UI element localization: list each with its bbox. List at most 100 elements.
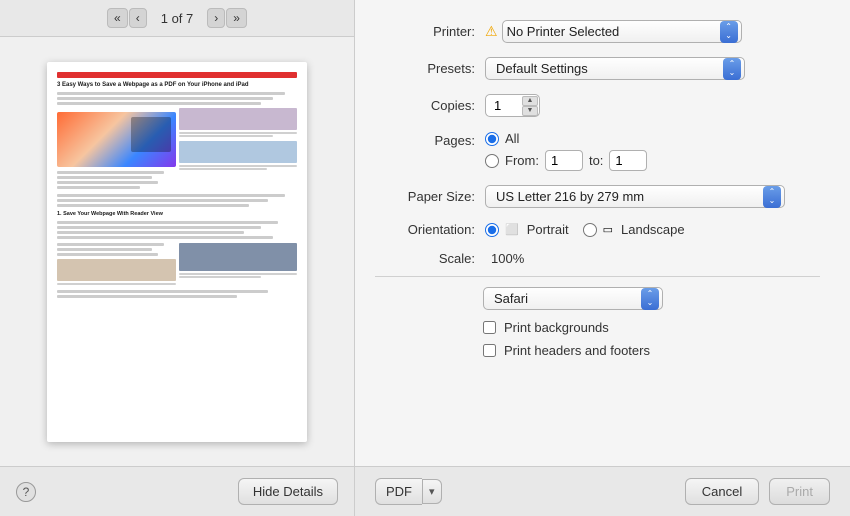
preview-text-7 (57, 186, 140, 189)
pages-from-row: From: to: (485, 150, 647, 171)
preview-tiny-text-3 (179, 165, 298, 167)
pages-all-radio[interactable] (485, 132, 499, 146)
printer-control: ⚠ No Printer Selected (485, 20, 820, 43)
orientation-label: Orientation: (375, 222, 485, 237)
print-headers-checkbox[interactable] (483, 344, 496, 357)
paper-size-row: Paper Size: US Letter 216 by 279 mm (375, 185, 820, 208)
preview-image-overlay (131, 117, 171, 152)
pages-from-radio[interactable] (485, 154, 499, 168)
scale-control: 100% (491, 251, 820, 266)
nav-group-right: › » (207, 8, 247, 28)
print-headers-row: Print headers and footers (483, 343, 820, 358)
print-backgrounds-checkbox[interactable] (483, 321, 496, 334)
next-page-icon: › (214, 11, 218, 25)
first-page-button[interactable]: « (107, 8, 128, 28)
pdf-dropdown-button[interactable]: ▾ (422, 479, 442, 504)
orientation-group: ⬜ Portrait ▭ Landscape (485, 222, 685, 237)
copies-increment-button[interactable]: ▲ (522, 96, 538, 106)
preview-text-8 (57, 194, 285, 197)
copies-decrement-button[interactable]: ▼ (522, 106, 538, 116)
preview-bottom-right (179, 243, 298, 286)
pages-to-label: to: (589, 153, 603, 168)
preview-header-bar (57, 72, 297, 78)
portrait-radio[interactable] (485, 223, 499, 237)
preview-tiny-text-1 (179, 132, 298, 134)
action-buttons: Cancel Print (685, 478, 830, 505)
last-page-button[interactable]: » (226, 8, 247, 28)
preview-text-3 (57, 102, 261, 105)
first-page-icon: « (114, 11, 121, 25)
safari-section: Safari Print backgrounds Print headers a… (375, 287, 820, 358)
printer-select[interactable]: No Printer Selected (502, 20, 742, 43)
preview-text-13 (57, 231, 244, 234)
print-options: Printer: ⚠ No Printer Selected Presets: … (355, 0, 850, 466)
preview-right-col (179, 108, 298, 191)
paper-size-select[interactable]: US Letter 216 by 279 mm (485, 185, 785, 208)
preview-text-18 (57, 290, 268, 293)
preview-text-12 (57, 226, 261, 229)
orientation-row: Orientation: ⬜ Portrait ▭ Landscape (375, 222, 820, 237)
cancel-button[interactable]: Cancel (685, 478, 759, 505)
preview-tiny-text-4 (179, 168, 268, 170)
preview-bottom-col (57, 243, 297, 286)
warning-icon: ⚠ (485, 23, 498, 40)
preview-tiny-text-7 (179, 276, 262, 278)
preview-left-col (57, 108, 176, 191)
printer-select-wrapper: ⚠ No Printer Selected (485, 20, 742, 43)
safari-select-wrap: Safari (483, 287, 663, 310)
landscape-icon: ▭ (603, 223, 613, 236)
preview-tiny-text-6 (179, 273, 298, 275)
help-button[interactable]: ? (16, 482, 36, 502)
orientation-control: ⬜ Portrait ▭ Landscape (485, 222, 820, 237)
preview-tiny-text-5 (57, 283, 176, 285)
bottom-bar: ? Hide Details (0, 466, 354, 516)
prev-page-button[interactable]: ‹ (129, 8, 147, 28)
preview-text-5 (57, 176, 152, 179)
copies-control: ▲ ▼ (485, 94, 820, 117)
preview-article-title: 3 Easy Ways to Save a Webpage as a PDF o… (57, 82, 297, 90)
pages-all-row: All (485, 131, 647, 146)
pages-from-label: From: (505, 153, 539, 168)
pages-from-wrap: From: to: (505, 150, 647, 171)
preview-text-14 (57, 236, 273, 239)
preview-small-img-1 (179, 108, 298, 130)
print-backgrounds-row: Print backgrounds (483, 320, 820, 335)
landscape-radio[interactable] (583, 223, 597, 237)
landscape-label: Landscape (621, 222, 685, 237)
preview-text-4 (57, 171, 164, 174)
copies-input-wrap: ▲ ▼ (485, 94, 540, 117)
preview-section-title: 1. Save Your Webpage With Reader View (57, 211, 297, 219)
presets-select-wrapper: Default Settings (485, 57, 745, 80)
print-backgrounds-label: Print backgrounds (504, 320, 609, 335)
preview-toolbar: « ‹ 1 of 7 › » (0, 0, 354, 37)
pages-row: Pages: All From: to: (375, 131, 820, 171)
paper-size-select-wrapper: US Letter 216 by 279 mm (485, 185, 785, 208)
presets-select[interactable]: Default Settings (485, 57, 745, 80)
printer-row: Printer: ⚠ No Printer Selected (375, 20, 820, 43)
preview-text-11 (57, 221, 278, 224)
action-bar: PDF ▾ Cancel Print (355, 466, 850, 516)
pages-label: Pages: (375, 131, 485, 148)
paper-size-label: Paper Size: (375, 189, 485, 204)
next-page-button[interactable]: › (207, 8, 225, 28)
pages-to-input[interactable] (609, 150, 647, 171)
print-button[interactable]: Print (769, 478, 830, 505)
safari-select[interactable]: Safari (483, 287, 663, 310)
pages-from-input[interactable] (545, 150, 583, 171)
preview-bottom-img-1 (57, 259, 176, 281)
pdf-button[interactable]: PDF (375, 478, 422, 505)
divider (375, 276, 820, 277)
preview-text-1 (57, 92, 285, 95)
portrait-label: Portrait (527, 222, 569, 237)
portrait-row: ⬜ Portrait (485, 222, 569, 237)
scale-value: 100% (491, 251, 524, 266)
hide-details-button[interactable]: Hide Details (238, 478, 338, 505)
left-panel: « ‹ 1 of 7 › » 3 Easy Ways to Save a Web… (0, 0, 355, 516)
right-panel: Printer: ⚠ No Printer Selected Presets: … (355, 0, 850, 516)
preview-bottom-img-2 (179, 243, 298, 271)
presets-row: Presets: Default Settings (375, 57, 820, 80)
preview-area: 3 Easy Ways to Save a Webpage as a PDF o… (0, 37, 354, 466)
page-indicator: 1 of 7 (161, 11, 194, 26)
pages-radio-group: All From: to: (485, 131, 647, 171)
preview-text-17 (57, 253, 158, 256)
